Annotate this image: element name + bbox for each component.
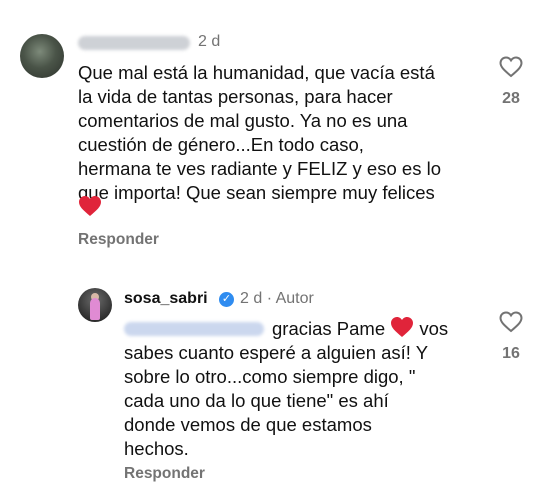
reply-button[interactable]: Responder	[124, 465, 205, 483]
heart-outline-icon[interactable]	[499, 56, 523, 78]
comment-text: Que mal está la humanidad, que vacía est…	[78, 62, 441, 203]
verified-badge-icon: ✓	[219, 292, 234, 307]
heart-emoji	[390, 316, 414, 344]
author-label: Autor	[275, 290, 314, 307]
avatar[interactable]	[78, 288, 112, 322]
avatar-figure	[90, 298, 100, 320]
comment-time: 2 d	[240, 290, 263, 307]
comment-time: 2 d	[198, 33, 221, 50]
like-count: 28	[502, 90, 520, 107]
comment-meta: 2 d · Autor	[240, 290, 314, 308]
avatar[interactable]	[20, 34, 64, 78]
meta-separator: ·	[266, 290, 273, 307]
username[interactable]: sosa_sabri	[124, 290, 208, 308]
reply-text: sabes cuanto esperé a alguien así! Y sob…	[124, 342, 429, 459]
like-count: 16	[502, 345, 520, 362]
reply-button[interactable]: Responder	[78, 231, 159, 249]
heart-emoji	[78, 195, 102, 222]
username-redacted[interactable]	[78, 36, 190, 50]
heart-outline-icon[interactable]	[499, 311, 523, 333]
reply-first-line: gracias Pame vos	[124, 316, 494, 344]
mention-redacted[interactable]	[124, 322, 264, 336]
reply-text-end: vos	[419, 318, 449, 339]
reply-text-start: gracias Pame	[272, 318, 386, 339]
